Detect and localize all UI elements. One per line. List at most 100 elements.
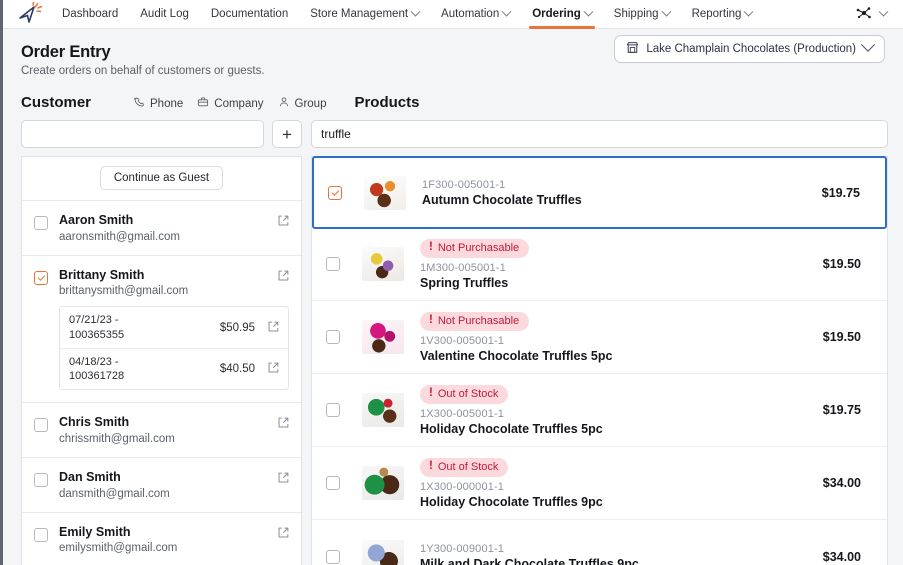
customer-list-item[interactable]: Emily Smith emilysmith@gmail.com [22,512,301,565]
nav-item-shipping[interactable]: Shipping [603,0,681,29]
customer-checkbox[interactable] [34,418,48,433]
external-link-icon[interactable] [277,269,290,285]
customer-mode-label: Group [294,97,327,110]
product-sku: 1F300-005001-1 [422,178,506,191]
network-graph-icon[interactable] [854,5,874,24]
product-price: $19.75 [822,403,861,417]
product-list-item[interactable]: ! Not Purchasable 1V300-005001-1 Valenti… [312,301,887,374]
briefcase-icon [197,96,209,111]
nav-item-label: Shipping [613,8,659,20]
customer-search-input[interactable] [21,120,264,148]
customer-checkbox[interactable] [34,473,48,488]
store-chevron-down-icon [860,37,876,52]
customer-list-item[interactable]: Chris Smith chrissmith@gmail.com [22,403,301,459]
product-info: ! Out of Stock 1X300-000001-1 Holiday Ch… [420,457,823,509]
product-checkbox[interactable] [326,257,340,271]
nav-item-documentation[interactable]: Documentation [200,0,299,29]
product-name: Holiday Chocolate Truffles 9pc [420,494,603,509]
customer-mode-company[interactable]: Company [197,96,264,111]
order-history-row[interactable]: 07/21/23 - 100365355 $50.95 [60,307,288,349]
person-icon [278,96,290,111]
continue-as-guest-button[interactable]: Continue as Guest [99,166,224,190]
customer-email: dansmith@gmail.com [59,487,170,500]
order-amount: $50.95 [219,321,255,334]
product-sku: 1Y300-009001-1 [420,542,505,555]
account-chevron-down-icon[interactable] [878,6,889,17]
product-price: $19.50 [822,257,861,271]
external-link-icon[interactable] [277,416,290,432]
alert-icon: ! [429,241,433,254]
product-checkbox[interactable] [326,403,340,417]
alert-icon: ! [429,460,433,473]
nav-item-store-management[interactable]: Store Management [299,0,430,29]
order-history-row[interactable]: 04/18/23 - 100361728 $40.50 [60,349,288,390]
product-name: Valentine Chocolate Truffles 5pc [420,348,613,363]
product-thumbnail [362,393,404,427]
product-sku: 1M300-005001-1 [420,261,506,274]
customer-mode-phone[interactable]: Phone [133,96,183,111]
customer-checkbox[interactable] [34,527,48,542]
nav-item-label: Audit Log [140,8,189,20]
app-window: Dashboard Audit Log Documentation Store Man… [0,0,903,565]
app-logo[interactable] [11,0,51,28]
product-list-item[interactable]: ! Out of Stock 1X300-000001-1 Holiday Ch… [312,447,887,520]
product-search-input[interactable] [311,120,888,148]
page-header: Order Entry Create orders on behalf of c… [3,29,903,77]
product-checkbox[interactable] [326,476,340,490]
customer-checkbox[interactable] [34,270,48,285]
customer-list-item[interactable]: Brittany Smith brittanysmith@gmail.com 0… [22,255,301,404]
nav-item-automation[interactable]: Automation [430,0,521,29]
external-link-icon[interactable] [277,471,290,487]
store-selector-button[interactable]: Lake Champlain Chocolates (Production) [614,35,885,63]
external-link-icon[interactable] [277,214,290,230]
scroll-gutter[interactable] [898,96,903,565]
store-selector-label: Lake Champlain Chocolates (Production) [646,43,856,55]
status-badge: ! Out of Stock [420,457,509,477]
customer-order-history: 07/21/23 - 100365355 $50.95 04/18/23 - 1… [59,306,289,391]
customer-name: Aaron Smith [59,213,134,227]
order-date-number: 04/18/23 - 100361728 [69,355,214,384]
product-checkbox[interactable] [326,330,340,344]
customer-mode-group[interactable]: Group [278,96,327,111]
customer-list-item[interactable]: Dan Smith dansmith@gmail.com [22,458,301,513]
product-checkbox[interactable] [326,549,340,564]
order-date-number: 07/21/23 - 100365355 [69,313,214,342]
product-sku: 1X300-005001-1 [420,407,505,420]
customer-mode-tabs: Phone Company Group [133,96,326,111]
nav-items: Dashboard Audit Log Documentation Store Man… [51,0,763,29]
status-badge-label: Out of Stock [437,388,499,401]
product-info: ! Out of Stock 1X300-005001-1 Holiday Ch… [420,384,823,436]
order-date: 04/18/23 - [69,355,119,368]
products-section-title: Products [354,94,420,111]
product-price: $34.00 [822,476,861,490]
customer-section-title: Customer [21,94,92,111]
customer-checkbox[interactable] [34,216,48,230]
product-thumbnail [364,175,406,210]
add-customer-button[interactable]: + [272,120,302,148]
nav-item-ordering[interactable]: Ordering [521,0,603,29]
nav-item-reporting[interactable]: Reporting [681,0,764,29]
customer-panel: + Continue as Guest Aaron Smith aaronsmi… [21,120,302,565]
product-list-item[interactable]: ! Not Purchasable 1M300-005001-1 Spring … [312,228,887,301]
window-left-edge [0,0,3,565]
product-list-item[interactable]: ! Out of Stock 1X300-005001-1 Holiday Ch… [312,374,887,447]
product-checkbox[interactable] [328,185,342,200]
nav-item-audit-log[interactable]: Audit Log [129,0,200,29]
product-list-item[interactable]: 1Y300-009001-1 Milk and Dark Chocolate T… [312,520,887,565]
customer-list-item[interactable]: Aaron Smith aaronsmith@gmail.com [22,201,301,256]
customer-name: Emily Smith [59,524,131,539]
status-badge-label: Not Purchasable [437,242,520,255]
product-thumbnail [362,466,404,500]
status-badge-label: Out of Stock [437,461,499,474]
alert-icon: ! [429,314,433,327]
product-list-item[interactable]: 1F300-005001-1 Autumn Chocolate Truffles… [312,156,887,229]
order-amount: $40.50 [219,363,255,376]
external-link-icon[interactable] [267,361,280,377]
nav-item-label: Reporting [691,8,742,20]
nav-item-dashboard[interactable]: Dashboard [51,0,129,29]
status-badge-label: Not Purchasable [437,315,520,328]
external-link-icon[interactable] [277,526,290,542]
customer-email: aaronsmith@gmail.com [59,230,180,243]
external-link-icon[interactable] [267,320,280,336]
customer-email: chrissmith@gmail.com [59,433,175,446]
